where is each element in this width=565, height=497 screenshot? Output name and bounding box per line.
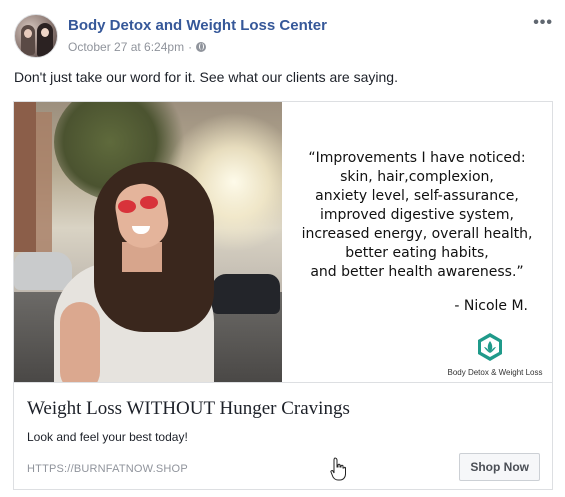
ad-description: Look and feel your best today!	[27, 430, 188, 444]
post-meta: October 27 at 6:24pm ·	[68, 40, 207, 54]
post-text: Don't just take our word for it. See wha…	[14, 69, 398, 85]
globe-icon	[196, 42, 207, 52]
photo-car	[14, 252, 72, 290]
sunglasses-icon	[140, 196, 158, 209]
woman-photo	[14, 102, 282, 382]
avatar-face	[24, 29, 32, 38]
photo-building	[36, 112, 52, 252]
testimonial-quote: “Improvements I have noticed: skin, hair…	[301, 150, 533, 280]
more-options-icon[interactable]: •••	[533, 14, 553, 32]
page-avatar[interactable]	[14, 14, 58, 58]
link-preview[interactable]: Weight Loss WITHOUT Hunger Cravings Look…	[14, 382, 552, 489]
testimonial-panel: “Improvements I have noticed: skin, hair…	[282, 102, 552, 382]
avatar-face	[41, 28, 49, 37]
page-name-link[interactable]: Body Detox and Weight Loss Center	[68, 17, 327, 34]
ad-attachment[interactable]: “Improvements I have noticed: skin, hair…	[13, 101, 553, 490]
hand-cursor-icon	[330, 457, 346, 481]
photo-car	[212, 274, 280, 314]
lotus-logo-icon	[478, 333, 502, 361]
testimonial-author: - Nicole M.	[454, 298, 528, 314]
meta-separator: ·	[188, 40, 193, 54]
ad-domain: HTTPS://BURNFATNOW.SHOP	[27, 463, 188, 475]
photo-building	[14, 102, 36, 252]
ad-headline[interactable]: Weight Loss WITHOUT Hunger Cravings	[27, 398, 350, 420]
post-timestamp[interactable]: October 27 at 6:24pm	[68, 40, 184, 54]
ad-image[interactable]: “Improvements I have noticed: skin, hair…	[14, 102, 552, 382]
shop-now-button[interactable]: Shop Now	[459, 453, 540, 481]
photo-arm	[60, 302, 100, 382]
sunglasses-icon	[118, 200, 136, 213]
logo-text: Body Detox & Weight Loss	[447, 368, 543, 377]
facebook-post: Body Detox and Weight Loss Center Octobe…	[0, 0, 565, 497]
